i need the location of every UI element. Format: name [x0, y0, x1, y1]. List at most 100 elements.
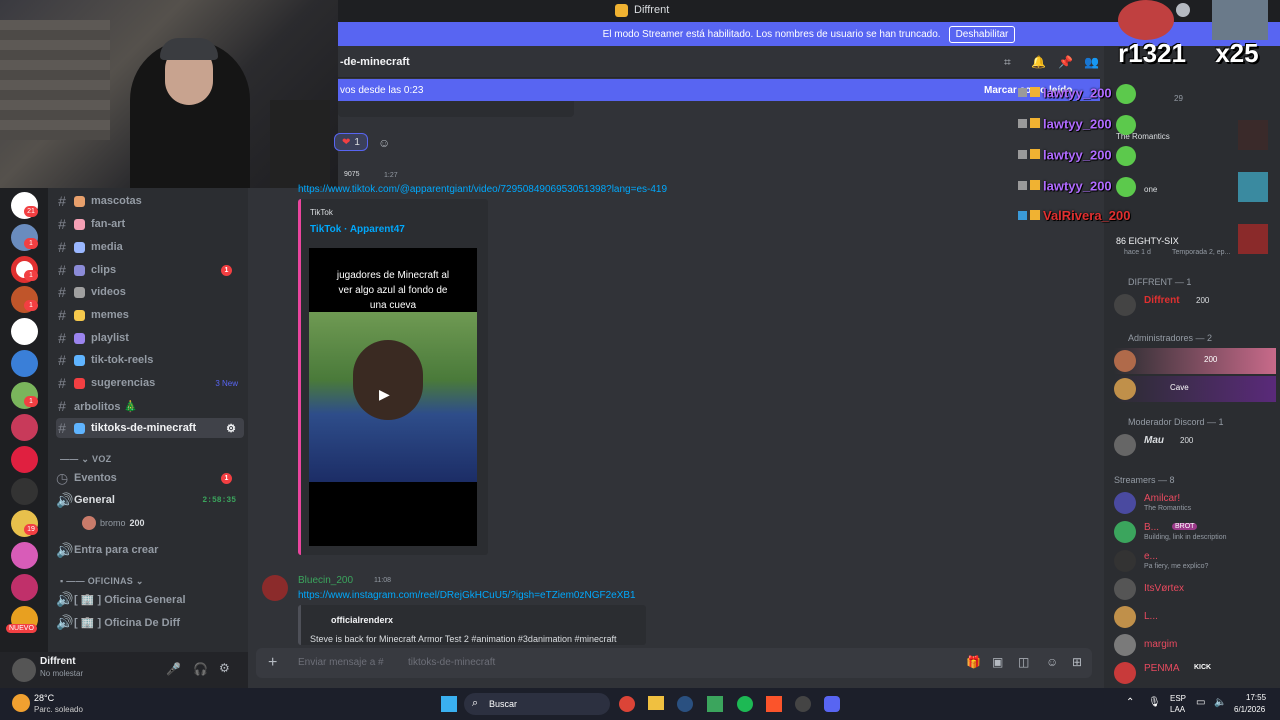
avatar[interactable]: [12, 658, 36, 682]
member-item[interactable]: Diffrent 200: [1114, 292, 1276, 318]
voice-category[interactable]: —— ⌄ VOZ: [60, 454, 111, 465]
network-icon[interactable]: ▭: [1196, 697, 1205, 708]
help-icon[interactable]: [1176, 3, 1190, 17]
spotify-icon[interactable]: [737, 696, 753, 712]
server-icon[interactable]: [11, 318, 38, 345]
channel-fan-art[interactable]: # fan-art: [56, 214, 244, 234]
steam-icon[interactable]: [677, 696, 693, 712]
clock-time[interactable]: 17:55: [1246, 693, 1266, 702]
embed-site: TikTok: [310, 208, 333, 217]
xbox-icon[interactable]: [707, 696, 723, 712]
video-thumbnail[interactable]: jugadores de Minecraft al ver algo azul …: [309, 248, 477, 546]
headphones-icon[interactable]: 🎧: [193, 662, 208, 676]
channel-clips[interactable]: # clips 1: [56, 260, 244, 280]
activity-text: Temporada 2, ep...: [1172, 249, 1231, 256]
stream-chat-overlay: lawtyy_200 lawtyy_200 lawtyy_200 lawtyy_…: [1018, 82, 1178, 232]
avatar: [1114, 634, 1136, 656]
brave-icon[interactable]: [766, 696, 782, 712]
activity-thumb: [1238, 120, 1268, 150]
overlay-avatar: [1212, 0, 1268, 40]
channel-tik-tok-reels[interactable]: # tik-tok-reels: [56, 350, 244, 370]
server-icon[interactable]: [11, 542, 38, 569]
discord-icon[interactable]: [824, 696, 840, 712]
webcam-cap: [160, 38, 218, 60]
emoji-icon[interactable]: ☺: [1046, 655, 1058, 669]
gif-icon[interactable]: ▣: [992, 655, 1003, 669]
voice-channel-oficina-diff[interactable]: 🔊[ 🏢 ] Oficina De Diff: [56, 612, 244, 632]
embed-author[interactable]: officialrenderx: [331, 615, 393, 625]
microphone-icon[interactable]: 🎤: [166, 662, 181, 676]
gear-icon[interactable]: ⚙: [219, 661, 230, 675]
video-face: [353, 340, 423, 420]
overlay-chat-line: lawtyy_200: [1018, 84, 1136, 106]
member-item[interactable]: L...: [1114, 604, 1276, 630]
volume-icon[interactable]: 🔈: [1214, 697, 1226, 708]
avatar[interactable]: [262, 575, 288, 601]
server-icon[interactable]: [11, 414, 38, 441]
member-item[interactable]: ItsVørtex: [1114, 576, 1276, 602]
reaction-heart[interactable]: ❤ 1: [334, 133, 368, 151]
member-item[interactable]: margim: [1114, 632, 1276, 658]
enter-to-create[interactable]: 🔊 Entra para crear: [56, 540, 244, 560]
server-icon[interactable]: [11, 350, 38, 377]
channel-arbolitos[interactable]: # arbolitos 🎄: [56, 396, 244, 416]
obs-icon[interactable]: [795, 696, 811, 712]
member-item[interactable]: Amilcar! The Romantics: [1114, 490, 1276, 516]
activity-text: hace 1 d: [1124, 249, 1151, 256]
weather-icon[interactable]: [12, 694, 30, 712]
folder-icon[interactable]: [648, 696, 664, 710]
member-item[interactable]: B... BROT Building, link in description: [1114, 519, 1276, 545]
settings-icon[interactable]: ⚙: [226, 422, 236, 435]
language-label[interactable]: ESP: [1170, 694, 1186, 703]
role-header: DIFFRENT — 1: [1128, 277, 1192, 287]
server-icon[interactable]: [11, 446, 38, 473]
play-icon[interactable]: ▶: [379, 386, 390, 403]
channel-playlist[interactable]: # playlist: [56, 328, 244, 348]
disable-streamer-button[interactable]: Deshabilitar: [948, 25, 1016, 43]
weather-temp: 28°C: [34, 693, 55, 703]
voice-user[interactable]: bromo 200: [82, 516, 145, 530]
member-item[interactable]: e... Pa fiery, me explico?: [1114, 548, 1276, 574]
sticker-icon[interactable]: ◫: [1018, 655, 1029, 669]
windows-start-icon[interactable]: [441, 696, 457, 712]
member-item[interactable]: Mau 200: [1114, 432, 1276, 458]
channel-videos[interactable]: # videos: [56, 282, 244, 302]
member-item[interactable]: Cave: [1114, 376, 1276, 402]
voice-channel-general[interactable]: 🔊 General 2:58:35: [56, 490, 244, 510]
app-logo-icon: [615, 4, 628, 17]
events-item[interactable]: ◷ Eventos 1: [56, 468, 244, 488]
member-item[interactable]: PENMA KICK: [1114, 660, 1276, 686]
members-icon[interactable]: 👥: [1084, 55, 1099, 69]
add-attachment-icon[interactable]: +: [268, 654, 277, 672]
calendar-icon: ◷: [56, 469, 69, 486]
message-link[interactable]: https://www.instagram.com/reel/DRejGkHCu…: [298, 590, 636, 601]
voice-channel-oficina-general[interactable]: 🔊[ 🏢 ] Oficina General: [56, 589, 244, 609]
channel-media[interactable]: # media: [56, 237, 244, 257]
channel-memes[interactable]: # memes: [56, 305, 244, 325]
channel-sugerencias[interactable]: # sugerencias 3 New: [56, 373, 244, 393]
channel-tiktoks-de-minecraft[interactable]: # tiktoks-de-minecraft ⚙: [56, 418, 244, 438]
apps-icon[interactable]: ⊞: [1072, 655, 1082, 669]
member-item[interactable]: 200: [1114, 348, 1276, 374]
voice-timer: 2:58:35: [202, 495, 236, 505]
oficinas-category[interactable]: ▪ —— OFICINAS ⌄: [60, 576, 144, 587]
overlay-chat-line: lawtyy_200: [1018, 146, 1136, 168]
pin-icon[interactable]: 📌: [1058, 55, 1073, 69]
server-icon[interactable]: [11, 478, 38, 505]
taskbar-search[interactable]: ⌕ Buscar: [464, 693, 610, 715]
search-icon: ⌕: [472, 697, 479, 709]
microphone-icon[interactable]: 🎙: [1148, 697, 1161, 708]
embed-title[interactable]: TikTok · Apparent47: [310, 224, 405, 235]
threads-icon[interactable]: ⌗: [1004, 55, 1011, 70]
server-icon[interactable]: [11, 574, 38, 601]
new-messages-bar[interactable]: vos desde las 0:23 Marcar como leído: [338, 79, 1100, 101]
bell-icon[interactable]: 🔔: [1031, 55, 1046, 69]
message-author[interactable]: Bluecin_200: [298, 575, 353, 586]
message-input[interactable]: + Enviar mensaje a # tiktoks-de-minecraf…: [256, 648, 1092, 678]
gift-icon[interactable]: 🎁: [966, 655, 981, 669]
add-reaction-icon[interactable]: ☺: [378, 136, 390, 150]
channel-mascotas[interactable]: # mascotas: [56, 191, 244, 211]
message-link[interactable]: https://www.tiktok.com/@apparentgiant/vi…: [298, 184, 667, 195]
chrome-icon[interactable]: [619, 696, 635, 712]
chevron-up-icon[interactable]: ⌃: [1126, 697, 1134, 708]
